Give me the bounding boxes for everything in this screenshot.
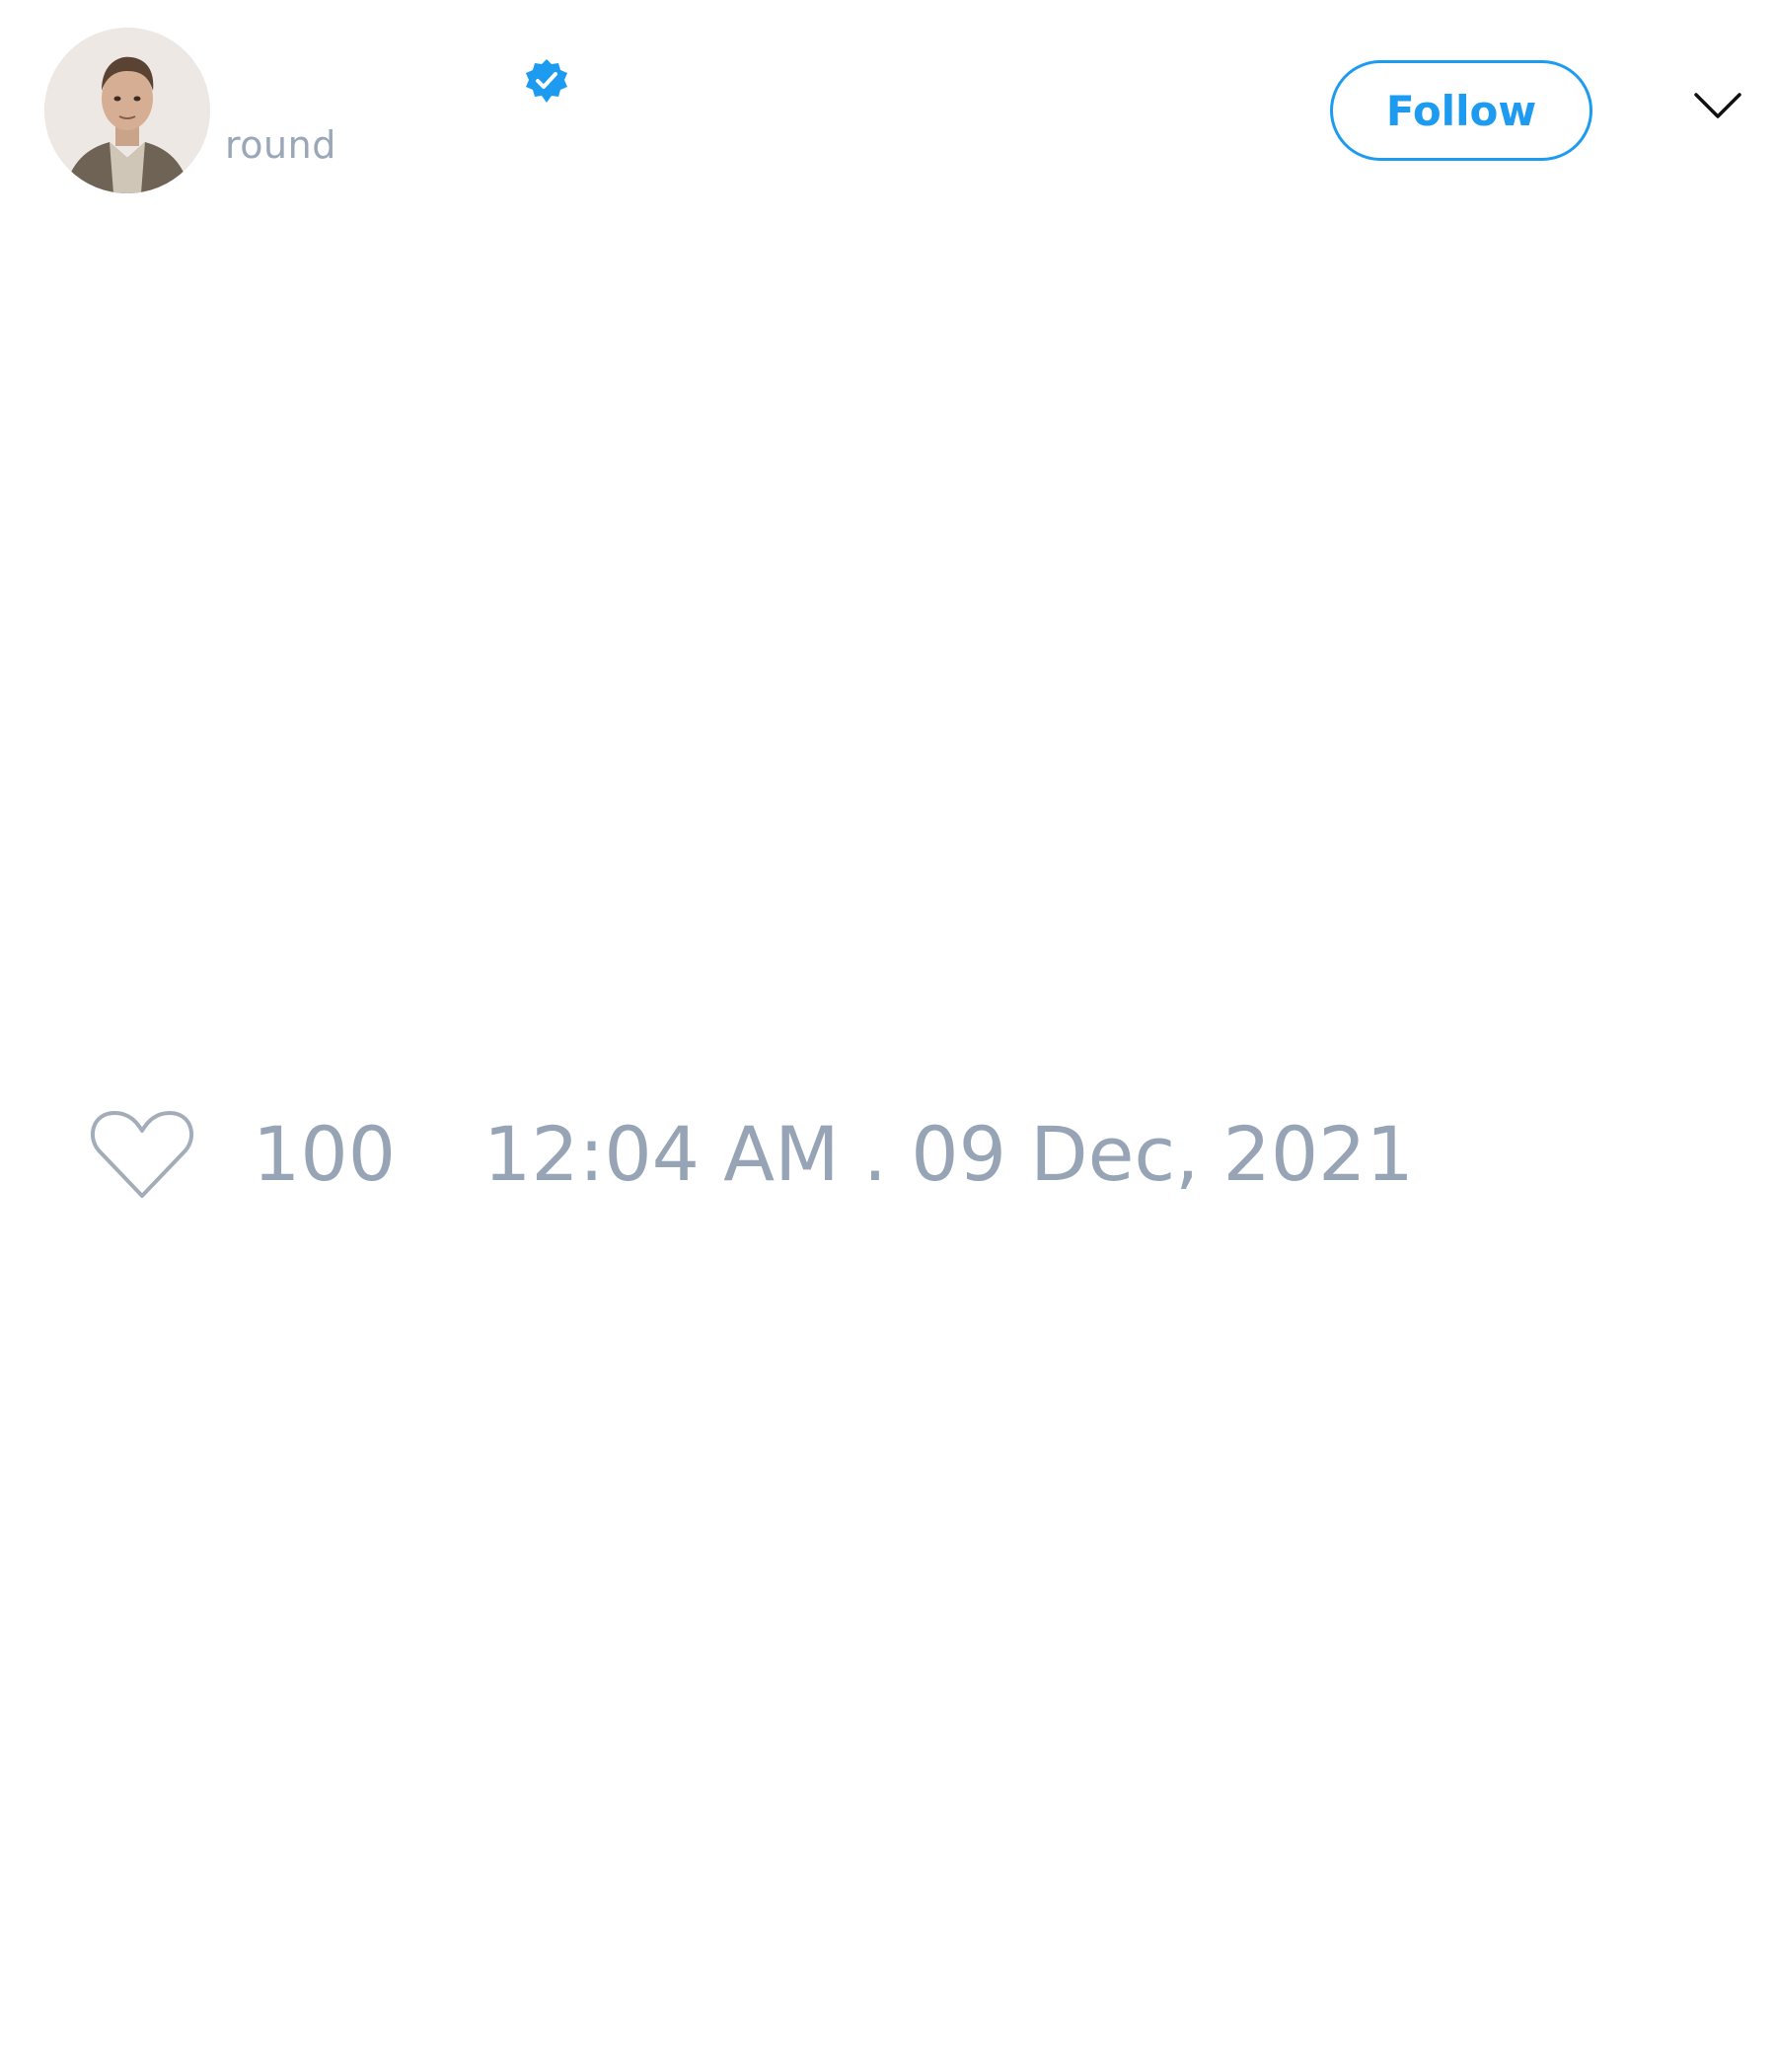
heart-icon[interactable] [89,1107,195,1202]
tweet-footer: 100 12:04 AM . 09 Dec, 2021 [0,1105,1776,1214]
verified-badge-icon [526,59,567,103]
follow-button[interactable]: Follow [1330,60,1592,161]
tweet-timestamp[interactable]: 12:04 AM . 09 Dec, 2021 [483,1117,1414,1192]
avatar[interactable] [44,28,210,193]
tweet-card: round Follow 100 12:04 AM . 09 Dec, 2021 [0,0,1776,2072]
author-handle[interactable]: round [225,126,336,164]
chevron-down-icon[interactable] [1693,91,1742,120]
like-count: 100 [253,1110,397,1198]
avatar-image [44,28,210,193]
